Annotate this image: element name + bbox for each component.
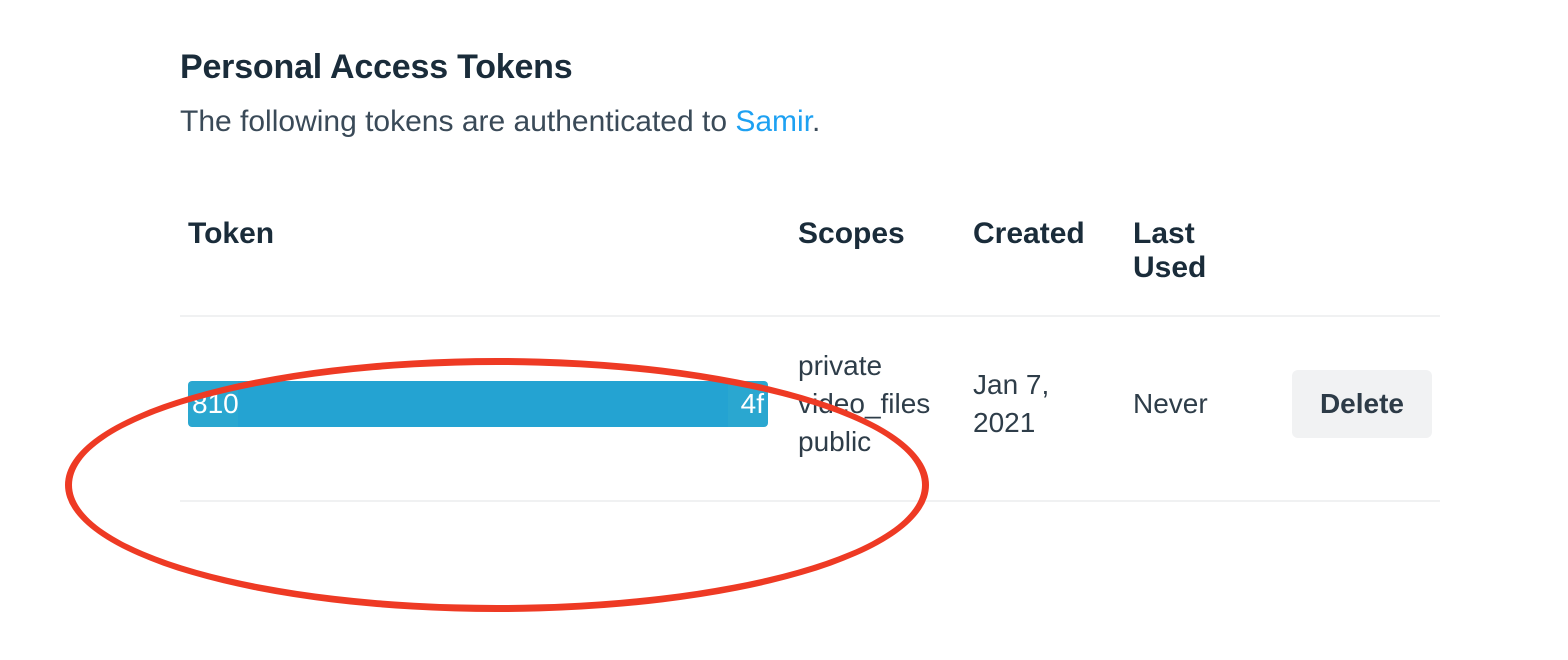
actions-cell: Delete — [1245, 316, 1440, 501]
col-header-created: Created — [965, 199, 1125, 316]
token-value-end: 4f — [728, 381, 768, 427]
tokens-table: Token Scopes Created Last Used 810 4f pri… — [180, 199, 1440, 502]
desc-prefix: The following tokens are authenticated t… — [180, 105, 735, 138]
token-cell[interactable]: 810 4f — [180, 316, 790, 501]
col-header-token: Token — [180, 199, 790, 316]
table-header-row: Token Scopes Created Last Used — [180, 199, 1440, 316]
col-header-actions — [1245, 199, 1440, 316]
col-header-scopes: Scopes — [790, 199, 965, 316]
col-header-lastused: Last Used — [1125, 199, 1245, 316]
token-value-start: 810 — [188, 381, 238, 427]
user-link[interactable]: Samir — [735, 105, 812, 138]
delete-button[interactable]: Delete — [1292, 370, 1432, 438]
scope-videofiles: video_files — [798, 388, 930, 419]
scopes-cell: private video_files public — [790, 316, 965, 501]
lastused-cell: Never — [1125, 316, 1245, 501]
token-value-redacted — [238, 381, 728, 427]
desc-suffix: . — [812, 105, 820, 138]
table-row: 810 4f private video_files public Jan 7, … — [180, 316, 1440, 501]
section-description: The following tokens are authenticated t… — [180, 105, 1388, 139]
scope-private: private — [798, 350, 882, 381]
section-title: Personal Access Tokens — [180, 48, 1388, 87]
scope-public: public — [798, 426, 871, 457]
created-cell: Jan 7, 2021 — [965, 316, 1125, 501]
